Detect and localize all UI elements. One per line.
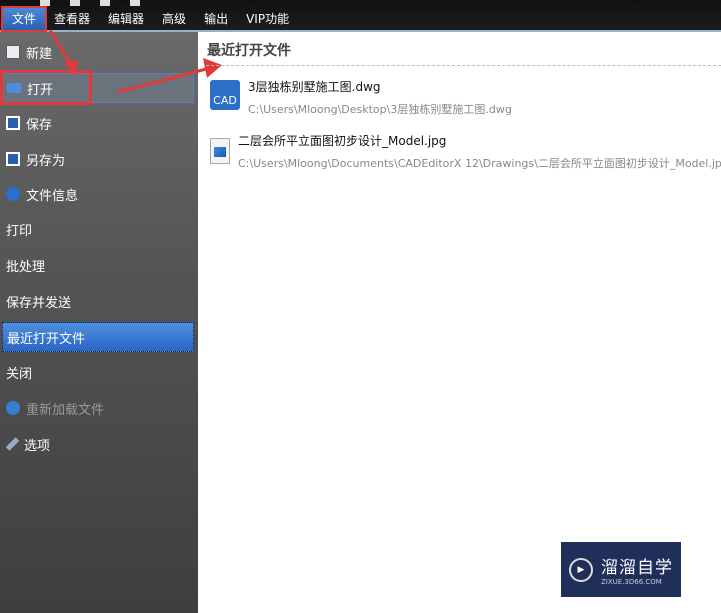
save-icon: [6, 116, 20, 130]
sidebar-item-save[interactable]: 保存: [2, 108, 194, 138]
image-file-icon: [210, 138, 230, 164]
label: 保存: [26, 117, 53, 133]
label: 关闭: [6, 366, 33, 382]
sidebar-item-save-send[interactable]: 保存并发送: [2, 286, 194, 316]
recent-files-panel: 最近打开文件 CAD 3层独栋别墅施工图.dwg C:\Users\Mloong\…: [198, 32, 721, 613]
sidebar-item-file-info[interactable]: 文件信息: [2, 179, 194, 209]
label: 另存为: [26, 153, 66, 169]
label: 重新加载文件: [26, 402, 105, 418]
recent-file-item[interactable]: 二层会所平立面图初步设计_Model.jpg C:\Users\Mloong\Do…: [210, 130, 721, 171]
sidebar-item-print[interactable]: 打印: [2, 214, 194, 244]
cad-file-icon: CAD: [210, 80, 240, 110]
play-icon: ▶: [569, 557, 593, 582]
label: 最近打开文件: [7, 331, 86, 347]
sidebar-item-close[interactable]: 关闭: [2, 357, 194, 387]
sidebar-item-reload: 重新加载文件: [2, 393, 194, 423]
label: 选项: [24, 438, 51, 454]
sidebar-item-batch[interactable]: 批处理: [2, 250, 194, 280]
file-sidebar: 新建 打开 保存 另存为 文件信息 打印 批处理 保存并发送 最近打开文件 关闭…: [0, 32, 198, 613]
save-as-icon: [6, 152, 20, 166]
divider: [206, 65, 721, 66]
sidebar-item-recent[interactable]: 最近打开文件: [2, 322, 194, 352]
reload-icon: [6, 401, 20, 415]
recent-file-item[interactable]: CAD 3层独栋别墅施工图.dwg C:\Users\Mloong\Desktop…: [210, 76, 512, 117]
label: 打印: [6, 223, 33, 239]
file-path: C:\Users\Mloong\Desktop\3层独栋别墅施工图.dwg: [248, 103, 512, 116]
label: 保存并发送: [6, 295, 72, 311]
wrench-icon: [5, 437, 20, 451]
file-name: 3层独栋别墅施工图.dwg: [248, 80, 381, 94]
sidebar-item-save-as[interactable]: 另存为: [2, 144, 194, 174]
watermark-title: 溜溜自学: [601, 558, 673, 578]
watermark-logo: ▶ 溜溜自学 ZIXUE.3D66.COM: [561, 542, 681, 597]
file-name: 二层会所平立面图初步设计_Model.jpg: [238, 134, 447, 148]
page-title: 最近打开文件: [207, 43, 291, 59]
label: 文件信息: [26, 188, 79, 204]
label: 批处理: [6, 259, 46, 275]
sidebar-item-options[interactable]: 选项: [2, 429, 194, 459]
file-path: C:\Users\Mloong\Documents\CADEditorX 12\…: [238, 157, 721, 170]
watermark-url: ZIXUE.3D66.COM: [601, 578, 662, 586]
info-icon: [6, 187, 20, 201]
